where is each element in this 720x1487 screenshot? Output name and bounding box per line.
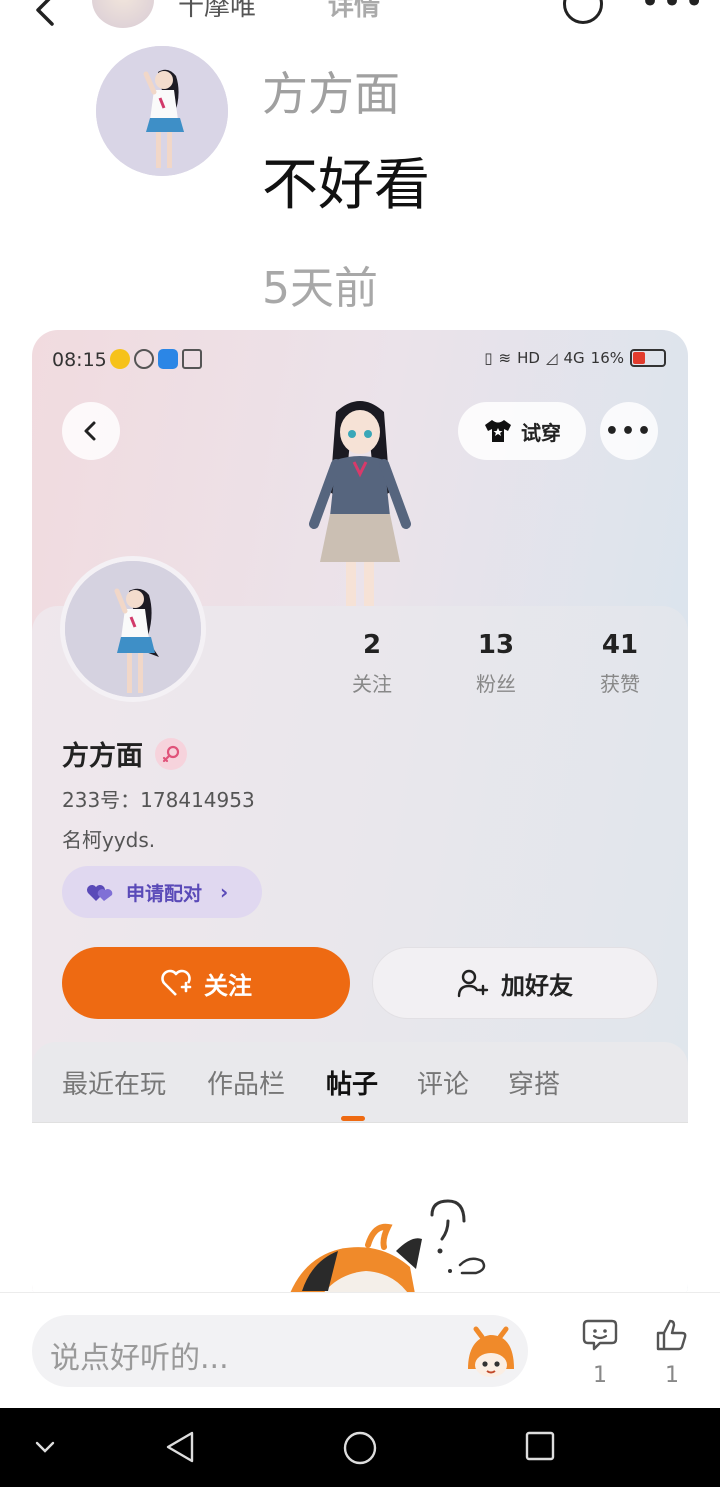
signal-icon: ◿ bbox=[545, 349, 558, 367]
nav-back-icon[interactable] bbox=[164, 1430, 196, 1464]
gallery-icon bbox=[182, 349, 202, 369]
comment-text: 不好看 bbox=[262, 153, 430, 218]
comment-bubble-icon bbox=[582, 1319, 618, 1351]
apply-pair-label: 申请配对 bbox=[126, 882, 203, 905]
stat-fans[interactable]: 13 粉丝 bbox=[446, 630, 546, 697]
chevron-down-icon[interactable] bbox=[34, 1440, 56, 1454]
stat-fans-label: 粉丝 bbox=[476, 672, 516, 696]
stat-following-label: 关注 bbox=[352, 672, 392, 696]
avatar-figure bbox=[280, 390, 440, 606]
stat-likes[interactable]: 41 获赞 bbox=[570, 630, 670, 697]
wifi-icon: ≋ bbox=[498, 349, 512, 367]
chat-icon bbox=[134, 349, 154, 369]
like-count: 1 bbox=[665, 1363, 679, 1388]
comment-time: 5天前 bbox=[262, 263, 378, 314]
try-on-label: 试穿 bbox=[521, 420, 561, 445]
nav-recents-icon[interactable] bbox=[524, 1430, 556, 1462]
profile-id: 233号：178414953 bbox=[62, 788, 255, 812]
add-friend-label: 加好友 bbox=[501, 971, 573, 1000]
tab-works[interactable]: 作品栏 bbox=[207, 1064, 285, 1101]
nav-home-icon[interactable] bbox=[342, 1430, 378, 1466]
status-bar: 08:15 ▯ ≋ HD ◿ 4G 16% bbox=[32, 330, 688, 390]
signal-4g-label: 4G bbox=[563, 349, 585, 367]
comment-count: 1 bbox=[593, 1363, 607, 1388]
attached-screenshot[interactable]: 08:15 ▯ ≋ HD ◿ 4G 16% 试穿 ••• 2 关注 13 粉丝 … bbox=[32, 330, 688, 1310]
mascot-confused-illustration bbox=[284, 1199, 486, 1310]
chevron-right-icon: › bbox=[220, 880, 229, 904]
history-icon[interactable] bbox=[563, 0, 603, 24]
stat-following[interactable]: 2 关注 bbox=[322, 630, 422, 697]
add-friend-button[interactable]: 加好友 bbox=[372, 947, 658, 1019]
tab-outfits[interactable]: 穿搭 bbox=[508, 1064, 560, 1101]
profile-bio: 名柯yyds. bbox=[62, 828, 156, 852]
header-title: 详情 bbox=[328, 0, 381, 22]
tab-recently-played[interactable]: 最近在玩 bbox=[62, 1064, 166, 1101]
active-tab-indicator bbox=[341, 1116, 365, 1121]
comment-author-name[interactable]: 方方面 bbox=[262, 58, 400, 124]
status-icons-right: ▯ ≋ HD ◿ 4G 16% bbox=[484, 349, 666, 367]
profile-avatar[interactable] bbox=[60, 556, 206, 702]
tab-posts[interactable]: 帖子 bbox=[326, 1064, 378, 1101]
status-time: 08:15 bbox=[52, 349, 107, 371]
stat-fans-value: 13 bbox=[477, 630, 515, 660]
like-action[interactable]: 1 bbox=[642, 1317, 702, 1388]
sun-icon bbox=[110, 349, 130, 369]
posts-empty-state bbox=[32, 1122, 688, 1310]
battery-label: 16% bbox=[590, 349, 624, 367]
comment-action[interactable]: 1 bbox=[570, 1317, 630, 1388]
follow-label: 关注 bbox=[204, 971, 252, 1000]
network-label: HD bbox=[517, 349, 540, 367]
system-nav-bar bbox=[0, 1408, 720, 1487]
stat-likes-value: 41 bbox=[601, 630, 639, 660]
mascot-emoji-icon[interactable] bbox=[460, 1321, 520, 1381]
vibrate-icon: ▯ bbox=[484, 349, 493, 367]
comment-detail-page: 十摩唯 详情 ••• 方方面 不好看 5天前 08:15 ▯ ≋ HD ◿ 4G… bbox=[0, 0, 720, 1487]
female-icon bbox=[155, 737, 187, 770]
chevron-left-icon bbox=[84, 421, 96, 441]
comment-author-avatar[interactable] bbox=[96, 46, 228, 176]
header-avatar[interactable] bbox=[92, 0, 154, 28]
tshirt-icon bbox=[485, 420, 511, 442]
top-header: 十摩唯 详情 ••• bbox=[0, 0, 720, 32]
profile-name-row: 方方面 bbox=[62, 734, 187, 773]
add-user-icon bbox=[457, 969, 489, 998]
status-icons-left bbox=[110, 349, 202, 369]
profile-stats: 2 关注 13 粉丝 41 获赞 bbox=[322, 630, 662, 710]
comment-input[interactable]: 说点好听的... bbox=[32, 1315, 528, 1387]
stat-following-value: 2 bbox=[362, 630, 382, 660]
try-on-button[interactable]: 试穿 bbox=[458, 402, 586, 460]
back-button[interactable] bbox=[62, 402, 120, 460]
header-username[interactable]: 十摩唯 bbox=[178, 0, 256, 23]
tab-comments[interactable]: 评论 bbox=[417, 1064, 469, 1101]
comment-input-placeholder: 说点好听的... bbox=[50, 1341, 229, 1376]
follow-button[interactable]: 关注 bbox=[62, 947, 350, 1019]
more-dots-icon: ••• bbox=[604, 418, 654, 444]
double-heart-icon bbox=[87, 885, 113, 901]
comment-input-bar: 说点好听的... 1 1 bbox=[0, 1292, 720, 1408]
save-icon bbox=[158, 349, 178, 369]
more-icon[interactable]: ••• bbox=[640, 0, 706, 22]
back-arrow-icon[interactable] bbox=[26, 0, 66, 30]
profile-tabs: 最近在玩 作品栏 帖子 评论 穿搭 bbox=[32, 1042, 688, 1122]
stat-likes-label: 获赞 bbox=[600, 672, 640, 696]
profile-name: 方方面 bbox=[62, 741, 143, 772]
apply-pair-button[interactable]: 申请配对 › bbox=[62, 866, 262, 918]
more-button[interactable]: ••• bbox=[600, 402, 658, 460]
thumbs-up-icon bbox=[656, 1319, 687, 1351]
battery-icon bbox=[630, 349, 666, 367]
heart-plus-icon bbox=[161, 969, 192, 996]
